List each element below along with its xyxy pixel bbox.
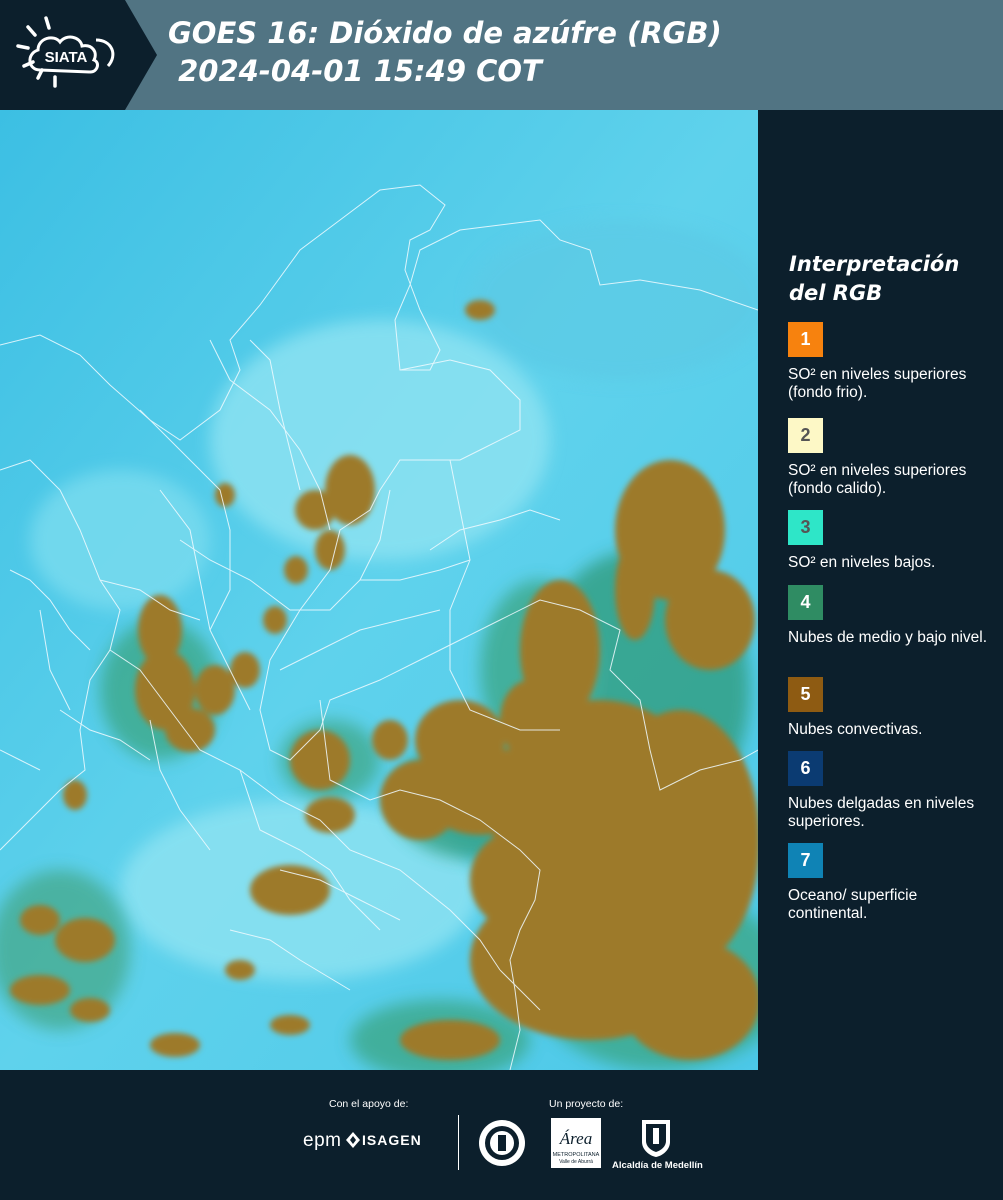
- title-line-2: 2024-04-01 15:49 COT: [168, 54, 542, 88]
- project-label: Un proyecto de:: [549, 1098, 624, 1110]
- legend-swatch-2: 2: [788, 418, 823, 453]
- alcaldia-logo-text: Alcaldía de Medellín: [612, 1160, 703, 1171]
- legend-text-5: Nubes convectivas.: [788, 721, 923, 738]
- svg-text:METROPOLITANA: METROPOLITANA: [553, 1152, 600, 1158]
- satellite-map: [0, 110, 758, 1070]
- epm-logo: epm: [303, 1130, 342, 1151]
- logo-text: SIATA: [45, 49, 88, 66]
- svg-text:Área: Área: [559, 1129, 592, 1148]
- legend-swatch-1: 1: [788, 322, 823, 357]
- header-bar: SIATA GOES 16: Dióxido de azúfre (RGB) 2…: [0, 0, 1003, 110]
- legend-title: Interpretación del RGB: [789, 252, 960, 305]
- legend-text-4: Nubes de medio y bajo nivel.: [788, 629, 988, 646]
- page-title: GOES 16: Dióxido de azúfre (RGB) 2024-04…: [168, 14, 722, 90]
- legend-text-6: Nubes delgadas en niveles superiores.: [788, 795, 975, 830]
- isagen-logo: ISAGEN: [362, 1132, 422, 1148]
- legend-text-7: Oceano/ superficie continental.: [788, 887, 918, 922]
- legend-swatch-4: 4: [788, 585, 823, 620]
- legend-text-2: SO² en niveles superiores (fondo calido)…: [788, 462, 967, 497]
- footer: Con el apoyo de: Un proyecto de: epm ISA…: [0, 1070, 1003, 1200]
- legend-swatch-3: 3: [788, 510, 823, 545]
- satellite-image: [0, 110, 758, 1070]
- legend-item-6: 6 Nubes delgadas en niveles superiores.: [788, 751, 988, 831]
- legend-panel: Interpretación del RGB 1 SO² en niveles …: [758, 110, 1003, 1070]
- isagen-icon: [346, 1132, 360, 1148]
- medellin-seal-icon: [479, 1120, 525, 1166]
- footer-divider: [458, 1115, 459, 1170]
- legend-item-5: 5 Nubes convectivas.: [788, 677, 988, 739]
- legend-swatch-6: 6: [788, 751, 823, 786]
- legend-swatch-5: 5: [788, 677, 823, 712]
- area-metropolitana-logo: Área METROPOLITANA Valle de Aburrá: [551, 1118, 601, 1168]
- legend-item-7: 7 Oceano/ superficie continental.: [788, 843, 988, 923]
- legend-text-1: SO² en niveles superiores (fondo frio).: [788, 366, 967, 401]
- legend-item-1: 1 SO² en niveles superiores (fondo frio)…: [788, 322, 988, 402]
- alcaldia-shield-icon: [642, 1120, 670, 1157]
- legend-text-3: SO² en niveles bajos.: [788, 554, 936, 571]
- legend-item-4: 4 Nubes de medio y bajo nivel.: [788, 585, 988, 647]
- legend-swatch-7: 7: [788, 843, 823, 878]
- svg-text:Valle de Aburrá: Valle de Aburrá: [559, 1159, 593, 1165]
- legend-item-2: 2 SO² en niveles superiores (fondo calid…: [788, 418, 988, 498]
- siata-logo: SIATA: [0, 0, 160, 110]
- title-line-1: GOES 16: Dióxido de azúfre (RGB): [168, 16, 722, 50]
- legend-item-3: 3 SO² en niveles bajos.: [788, 510, 988, 572]
- support-label: Con el apoyo de:: [329, 1098, 409, 1110]
